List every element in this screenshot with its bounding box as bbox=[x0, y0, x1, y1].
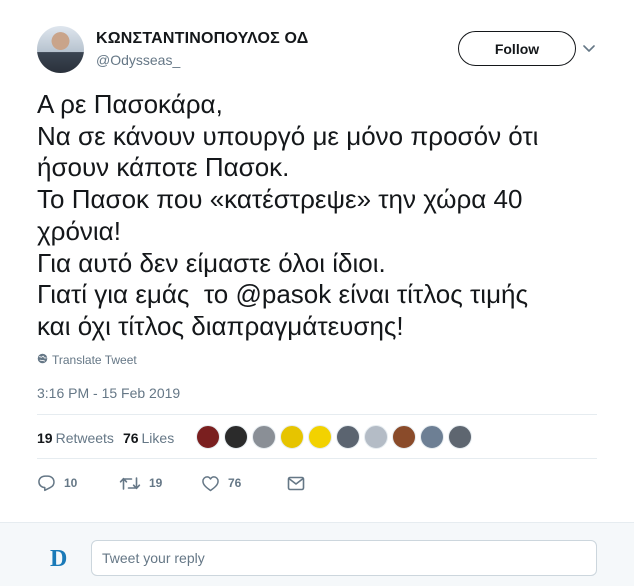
liker-avatar[interactable] bbox=[280, 425, 304, 449]
liker-avatar[interactable] bbox=[252, 425, 276, 449]
tweet-card: ΚΩΝΣΤΑΝΤΙΝΟΠΟΥΛΟΣ ΟΔ @Odysseas_ Follow Α… bbox=[0, 0, 634, 522]
tweet-actions: 10 19 76 bbox=[37, 474, 305, 492]
direct-message-action[interactable] bbox=[287, 476, 305, 491]
follow-button[interactable]: Follow bbox=[458, 31, 576, 66]
translate-tweet-link[interactable]: Translate Tweet bbox=[37, 353, 137, 367]
tweet-text: Α ρε Πασοκάρα, Να σε κάνουν υπουργό με μ… bbox=[37, 89, 607, 343]
liker-avatar[interactable] bbox=[224, 425, 248, 449]
tweet-text-line: και όχι τίτλος διαπραγμάτευσης! bbox=[37, 310, 404, 341]
liker-avatars bbox=[196, 425, 472, 449]
tweet-text-line: Το Πασοκ που «κατέστρεψε» την χώρα 40 bbox=[37, 184, 523, 215]
reply-action[interactable]: 10 bbox=[37, 474, 119, 492]
like-action[interactable]: 76 bbox=[201, 475, 287, 492]
author-display-name[interactable]: ΚΩΝΣΤΑΝΤΙΝΟΠΟΥΛΟΣ ΟΔ bbox=[96, 30, 308, 48]
reply-count: 10 bbox=[64, 476, 78, 490]
liker-avatar[interactable] bbox=[196, 425, 220, 449]
retweets-count: 19 bbox=[37, 430, 53, 446]
heart-icon bbox=[201, 475, 220, 492]
tweet-text-line: ήσουν κάποτε Πασοκ. bbox=[37, 152, 290, 183]
divider bbox=[37, 414, 597, 415]
tweet-text-segment: είναι τίτλος τιμής bbox=[331, 279, 529, 310]
likes-stat[interactable]: 76 Likes bbox=[123, 430, 174, 446]
site-logo-icon[interactable]: D bbox=[49, 545, 73, 572]
likes-count: 76 bbox=[122, 430, 139, 446]
liker-avatar[interactable] bbox=[448, 425, 472, 449]
reply-input[interactable] bbox=[91, 540, 597, 576]
retweet-count: 19 bbox=[149, 476, 163, 490]
tweet-text-line: Α ρε Πασοκάρα, bbox=[37, 89, 223, 119]
liker-avatar[interactable] bbox=[308, 425, 332, 449]
site-logo-letter: D bbox=[50, 546, 67, 569]
retweet-action[interactable]: 19 bbox=[119, 475, 201, 492]
retweet-icon bbox=[119, 475, 141, 492]
liker-avatar[interactable] bbox=[420, 425, 444, 449]
author-handle[interactable]: @Odysseas_ bbox=[96, 52, 180, 68]
tweet-text-line: χρόνια! bbox=[37, 215, 121, 246]
divider bbox=[37, 458, 597, 459]
chevron-down-icon[interactable] bbox=[580, 40, 598, 58]
envelope-icon bbox=[287, 476, 305, 491]
retweets-label: Retweets bbox=[55, 430, 114, 446]
tweet-text-line: Για αυτό δεν είμαστε όλοι ίδιοι. bbox=[37, 247, 386, 278]
like-count: 76 bbox=[228, 476, 242, 490]
tweet-text-segment: Γιατί για εμάς το bbox=[37, 279, 236, 310]
tweet-timestamp[interactable]: 3:16 PM - 15 Feb 2019 bbox=[37, 385, 180, 401]
tweet-text-line: Γιατί για εμάς το @pasok είναι τίτλος τι… bbox=[37, 279, 607, 311]
reply-bar: D bbox=[0, 522, 634, 586]
reply-icon bbox=[37, 474, 56, 492]
liker-avatar[interactable] bbox=[364, 425, 388, 449]
globe-icon bbox=[37, 353, 48, 367]
liker-avatar[interactable] bbox=[336, 425, 360, 449]
mention-link[interactable]: @pasok bbox=[235, 279, 331, 309]
liker-avatar[interactable] bbox=[392, 425, 416, 449]
retweets-stat[interactable]: 19 Retweets bbox=[37, 430, 114, 446]
author-avatar[interactable] bbox=[37, 26, 84, 73]
tweet-stats: 19 Retweets 76 Likes bbox=[37, 430, 183, 446]
translate-tweet-label: Translate Tweet bbox=[52, 353, 137, 367]
tweet-text-line: Να σε κάνουν υπουργό με μόνο προσόν ότι bbox=[37, 120, 539, 151]
likes-label: Likes bbox=[141, 430, 175, 446]
